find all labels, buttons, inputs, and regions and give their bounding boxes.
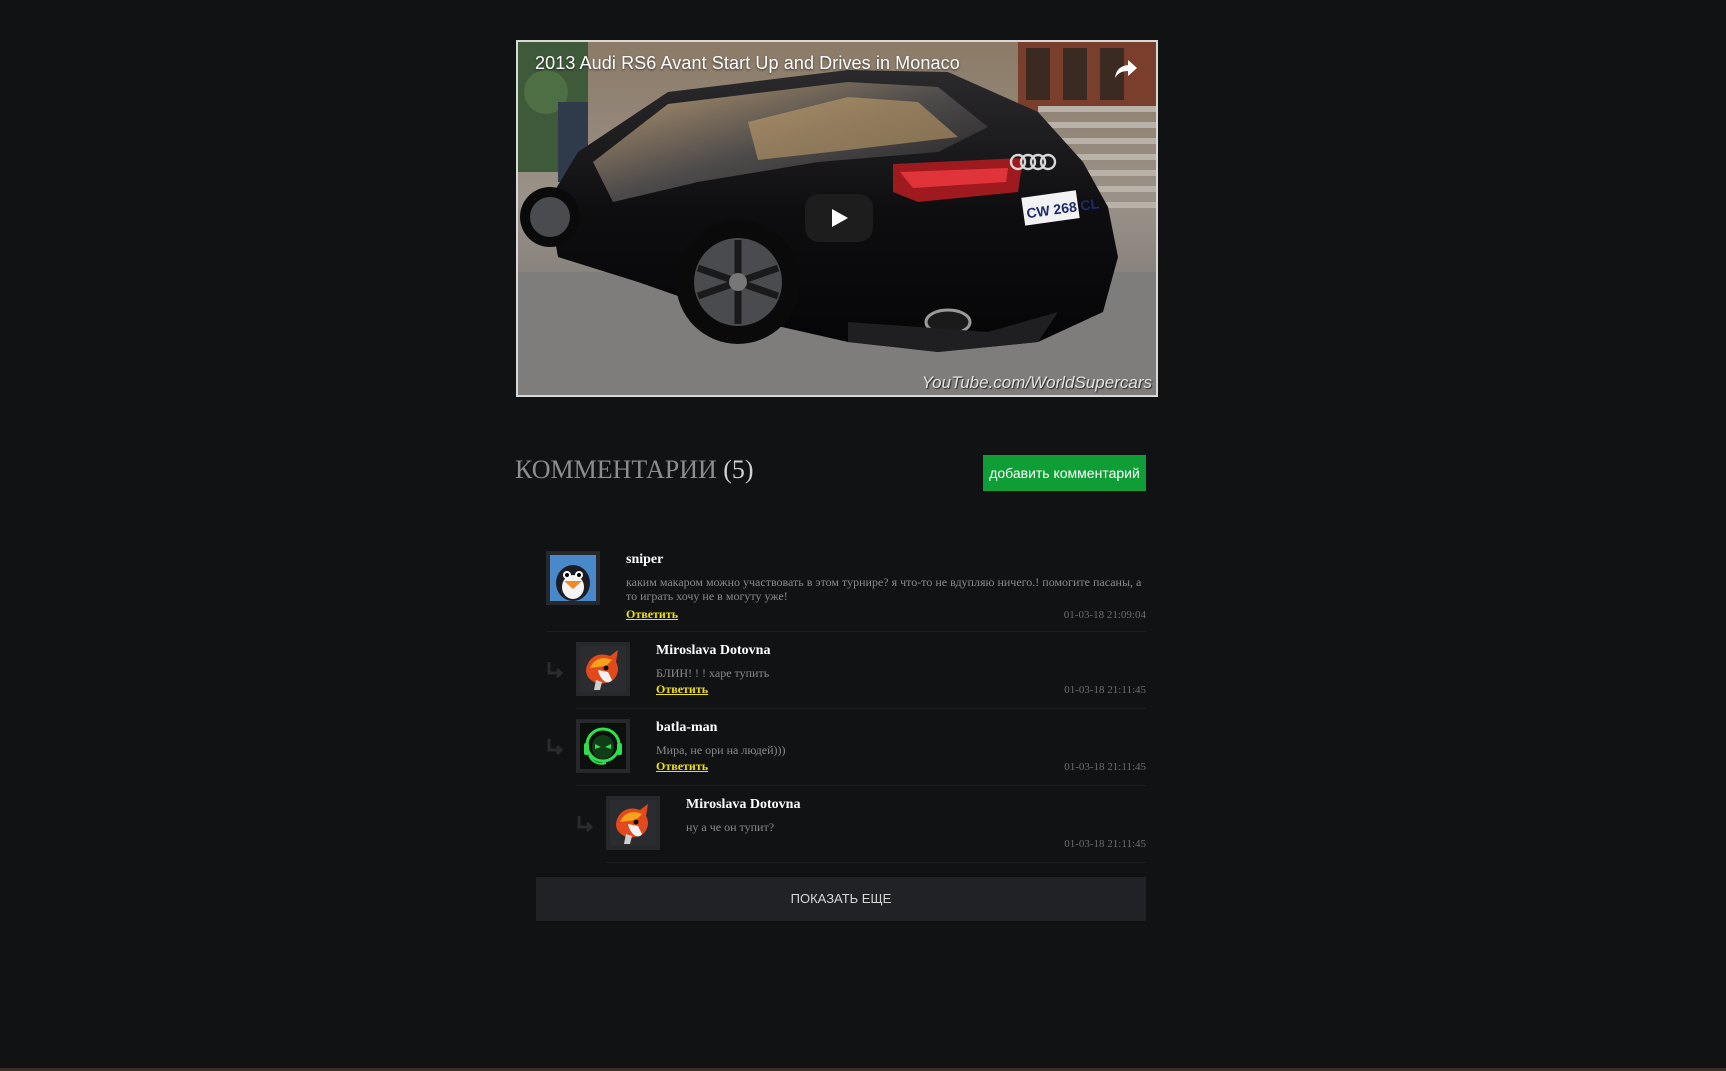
play-button[interactable]	[805, 194, 873, 242]
comment-text: БЛИН! ! ! харе тупить	[656, 666, 770, 680]
fox-avatar[interactable]	[576, 642, 630, 696]
fox-avatar[interactable]	[606, 796, 660, 850]
comment-author[interactable]: Miroslava Dotovna	[656, 643, 770, 659]
add-comment-button[interactable]: добавить комментарий	[983, 455, 1146, 491]
comments-title: КОММЕНТАРИИ (5)	[515, 455, 754, 485]
comments-count: (5)	[723, 455, 754, 484]
comment: batla-man Мира, не ори на людей))) Ответ…	[576, 719, 1146, 786]
reply-link[interactable]: Ответить	[656, 682, 708, 697]
reply-link[interactable]: Ответить	[626, 607, 678, 622]
comment-author[interactable]: batla-man	[656, 720, 717, 736]
comment: Miroslava Dotovna БЛИН! ! ! харе тупить …	[576, 642, 1146, 709]
penguin-avatar[interactable]	[546, 551, 600, 605]
comment-text: ну а че он тупит?	[686, 820, 775, 834]
reply-link[interactable]: Ответить	[656, 759, 708, 774]
comment-text: Мира, не ори на людей)))	[656, 743, 786, 757]
comment: sniper каким макаром можно участвовать в…	[546, 551, 1146, 632]
comment-author[interactable]: sniper	[626, 552, 663, 568]
comment-timestamp: 01-03-18 21:09:04	[1063, 609, 1146, 621]
play-icon	[832, 209, 848, 227]
video-player[interactable]: CW 268 CL 2013 Audi RS6 Avant Start Up a…	[516, 40, 1158, 397]
comment-timestamp: 01-03-18 21:11:45	[1064, 761, 1146, 773]
reply-arrow-icon	[577, 816, 594, 833]
comment-author[interactable]: Miroslava Dotovna	[686, 797, 800, 813]
share-icon[interactable]	[1114, 58, 1138, 80]
comments-title-label: КОММЕНТАРИИ	[515, 455, 717, 484]
page: CW 268 CL 2013 Audi RS6 Avant Start Up a…	[0, 0, 1726, 1071]
alien-headset-avatar[interactable]	[576, 719, 630, 773]
video-title[interactable]: 2013 Audi RS6 Avant Start Up and Drives …	[535, 53, 960, 74]
comment-timestamp: 01-03-18 21:11:45	[1064, 684, 1146, 696]
reply-arrow-icon	[547, 739, 564, 756]
comment-text: каким макаром можно участвовать в этом т…	[626, 575, 1142, 603]
comment: Miroslava Dotovna ну а че он тупит? 01-0…	[606, 796, 1146, 863]
reply-arrow-icon	[547, 662, 564, 679]
video-watermark: YouTube.com/WorldSupercars	[921, 373, 1152, 392]
show-more-button[interactable]: ПОКАЗАТЬ ЕЩЕ	[536, 877, 1146, 921]
comment-timestamp: 01-03-18 21:11:45	[1064, 838, 1146, 850]
